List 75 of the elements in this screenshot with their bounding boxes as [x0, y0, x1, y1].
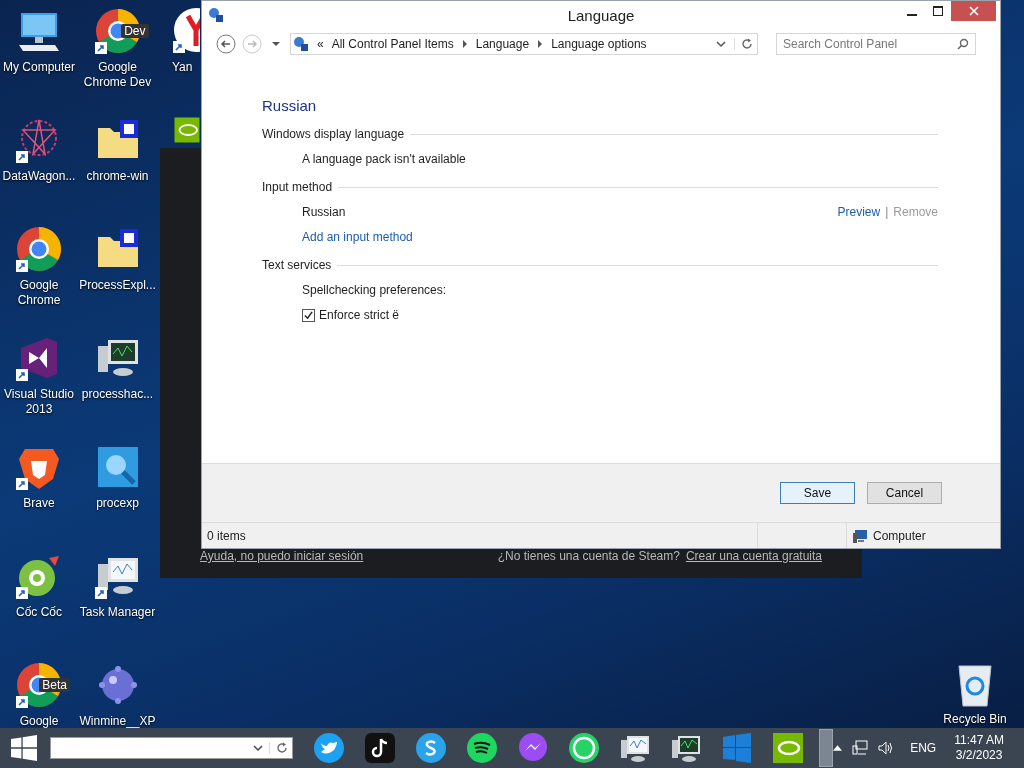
- desktop-icon-label[interactable]: Google Chrome: [0, 278, 78, 308]
- dialog-button[interactable]: Save: [780, 482, 855, 504]
- icon-badge: Beta: [39, 678, 70, 692]
- info-text: Spellchecking preferences:: [302, 283, 447, 297]
- breadcrumb-item[interactable]: Language: [475, 37, 530, 51]
- recent-pages-caret-icon[interactable]: [272, 40, 280, 48]
- toolbar-scroll-handle[interactable]: [819, 729, 833, 767]
- address-toolbar-field[interactable]: [50, 737, 293, 759]
- breadcrumb-item[interactable]: Language options: [551, 37, 647, 51]
- desktop-icon-label[interactable]: procexp: [96, 496, 139, 511]
- computer-icon: [852, 527, 868, 544]
- info-text: A language pack isn't available: [302, 152, 466, 166]
- desktop-icon-label[interactable]: Brave: [23, 496, 55, 511]
- input-language-indicator[interactable]: ENG: [910, 741, 937, 755]
- language-icon: [293, 36, 309, 52]
- desktop-icon-label[interactable]: Visual Studio 2013: [0, 387, 78, 417]
- desktop-icon-label[interactable]: My Computer: [3, 60, 75, 75]
- desktop-icon-label[interactable]: Yan: [172, 60, 193, 75]
- dropdown-chevron-icon[interactable]: [716, 40, 726, 48]
- dialog-button[interactable]: Cancel: [867, 482, 942, 504]
- desktop-icon-label[interactable]: ProcessExpl...: [79, 278, 156, 293]
- desktop-icon-label[interactable]: processhac...: [81, 387, 154, 402]
- desktop-icon-label[interactable]: Google: [19, 714, 59, 729]
- nvidia-icon[interactable]: [772, 732, 804, 764]
- desktop-icon-label[interactable]: Winmine__XP: [79, 714, 156, 729]
- breadcrumb-overflow[interactable]: «: [317, 37, 324, 51]
- icon-badge: Dev: [121, 24, 149, 38]
- link-separator: |: [885, 205, 889, 219]
- checkbox-label: Enforce strict ё: [319, 308, 400, 322]
- checkbox[interactable]: [302, 308, 315, 322]
- add-input-link[interactable]: Add an input method: [302, 230, 413, 244]
- input-method-name: Russian: [302, 205, 346, 219]
- volume-icon[interactable]: [878, 740, 895, 756]
- help-link[interactable]: Ayuda, no puedo iniciar sesión: [200, 549, 364, 563]
- breadcrumb-separator-icon[interactable]: [461, 40, 468, 48]
- breadcrumb-item[interactable]: All Control Panel Items: [331, 37, 454, 51]
- refresh-icon[interactable]: [734, 38, 753, 50]
- desktop-icon-label[interactable]: DataWagon...: [2, 169, 76, 184]
- search-icon[interactable]: [957, 38, 969, 50]
- desktop-icon-label[interactable]: chrome-win: [86, 169, 149, 184]
- signup-link[interactable]: Crear una cuenta gratuita: [685, 549, 822, 563]
- desktop-icon-label[interactable]: Recycle Bin: [943, 712, 1007, 727]
- search-field[interactable]: Search Control Panel: [776, 33, 976, 55]
- close-icon[interactable]: [968, 6, 979, 16]
- bird-icon[interactable]: [313, 732, 345, 764]
- network-icon[interactable]: [852, 740, 869, 756]
- tiktok-icon[interactable]: [364, 732, 396, 764]
- dropdown-chevron-icon[interactable]: [253, 744, 263, 752]
- nvidia-icon[interactable]: [172, 115, 200, 145]
- signup-question: ¿No tienes una cuenta de Steam?: [497, 549, 680, 563]
- location-label: Computer: [873, 528, 926, 543]
- spotify-icon[interactable]: [466, 732, 498, 764]
- window-title: Language: [567, 6, 635, 24]
- language-icon: [208, 7, 224, 23]
- method-action-link[interactable]: Preview: [837, 205, 881, 219]
- breadcrumb-separator-icon[interactable]: [537, 40, 544, 48]
- section-title: Text services: [262, 258, 332, 272]
- desktop-icon-label[interactable]: Cốc Cốc: [16, 605, 62, 620]
- refresh-icon[interactable]: [269, 742, 288, 754]
- section-title: Input method: [262, 180, 333, 194]
- whatsapp-icon[interactable]: [568, 732, 600, 764]
- section-title: Windows display language: [262, 127, 405, 141]
- language-heading: Russian: [262, 97, 318, 114]
- back-button[interactable]: [216, 34, 236, 54]
- skype-icon[interactable]: [415, 732, 447, 764]
- start-button[interactable]: [11, 735, 37, 761]
- messenger-icon[interactable]: [517, 732, 549, 764]
- show-hidden-icons-caret-icon[interactable]: [833, 745, 843, 751]
- desktop-icon-label[interactable]: Google Chrome Dev: [78, 60, 157, 90]
- clock[interactable]: 11:47 AM 3/2/2023: [954, 733, 1004, 763]
- item-count: 0 items: [202, 523, 758, 548]
- desktop-icon-label[interactable]: Task Manager: [79, 605, 156, 620]
- address-bar[interactable]: « All Control Panel Items Language Language options: [290, 33, 758, 55]
- maximize-icon[interactable]: [933, 6, 943, 16]
- chrome-icon[interactable]: [15, 225, 63, 273]
